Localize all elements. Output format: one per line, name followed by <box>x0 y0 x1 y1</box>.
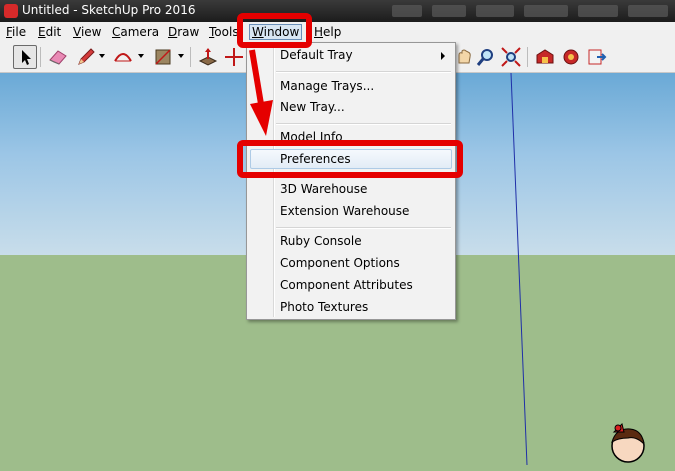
annotation-arrow <box>249 49 273 136</box>
